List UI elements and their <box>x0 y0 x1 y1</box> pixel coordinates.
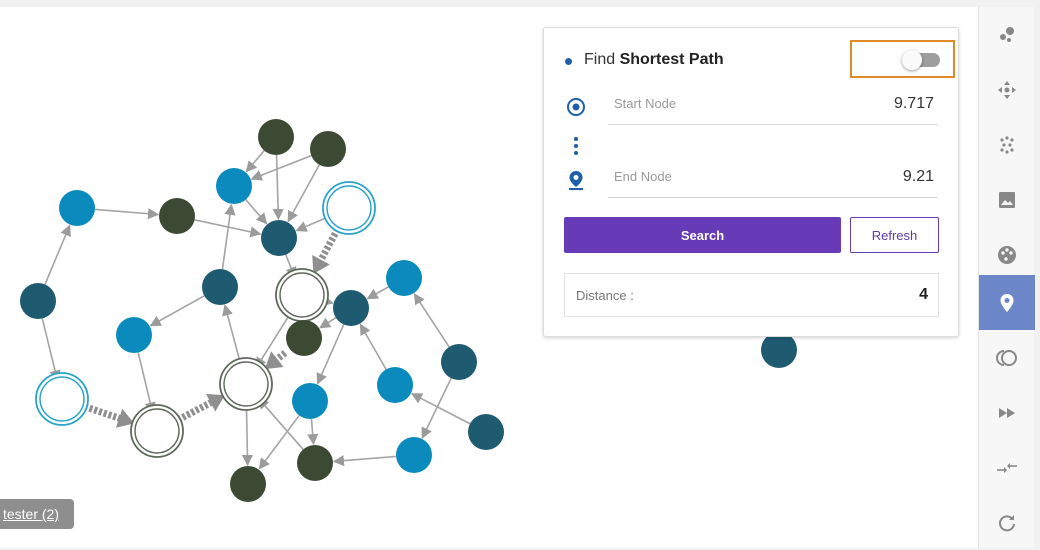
graph-edge <box>366 286 389 300</box>
graph-edge <box>258 414 300 470</box>
tester-badge[interactable]: tester (2) <box>0 499 74 529</box>
graph-node[interactable] <box>292 383 328 419</box>
graph-node[interactable] <box>286 320 322 356</box>
refresh-button-label: Refresh <box>871 227 918 243</box>
graph-edge <box>413 292 450 348</box>
start-node-field[interactable]: Start Node 9.717 <box>608 91 938 125</box>
graph-node[interactable] <box>441 344 477 380</box>
panel-title-prefix: Find <box>584 51 616 68</box>
graph-edge <box>272 154 284 221</box>
graph-edge <box>421 377 452 439</box>
graph-edge <box>137 352 156 414</box>
tester-badge-label: tester (2) <box>2 506 59 522</box>
move-icon <box>998 80 1016 99</box>
panel-title-bold: Shortest Path <box>619 51 724 68</box>
shortest-path-edge <box>83 403 135 428</box>
sidebar-item-palette[interactable] <box>979 227 1035 282</box>
graph-node[interactable] <box>322 181 376 235</box>
shortest-path-edge <box>176 393 225 423</box>
graph-edge <box>319 317 337 329</box>
graph-node[interactable] <box>761 332 797 368</box>
graph-node[interactable] <box>261 220 297 256</box>
graph-edge <box>245 199 268 225</box>
sidebar-item-dots[interactable] <box>979 117 1035 172</box>
graph-node[interactable] <box>130 404 184 458</box>
search-button-label: Search <box>680 227 725 243</box>
graph-edge <box>332 455 397 467</box>
graph-node[interactable] <box>386 260 422 296</box>
graph-edge <box>41 318 61 382</box>
graph-node[interactable] <box>35 372 89 426</box>
end-node-pin-icon <box>569 171 583 190</box>
tool-sidebar <box>978 7 1035 550</box>
search-button[interactable]: Search <box>564 217 841 253</box>
graph-node[interactable] <box>219 357 273 411</box>
toggle-rings-icon <box>996 349 1017 366</box>
graph-node[interactable] <box>59 190 95 226</box>
sidebar-item-fast-forward[interactable] <box>979 385 1035 440</box>
refresh-icon <box>999 514 1015 531</box>
graph-node[interactable] <box>396 437 432 473</box>
graph-edge <box>359 323 387 370</box>
graph-node[interactable] <box>216 168 252 204</box>
sidebar-item-move[interactable] <box>979 62 1035 117</box>
graph-node[interactable] <box>230 466 266 502</box>
palette-icon <box>998 245 1016 264</box>
sidebar-item-cluster[interactable] <box>979 7 1035 62</box>
graph-edges <box>41 150 471 470</box>
graph-edge <box>149 295 205 327</box>
distance-box: Distance : 4 <box>564 273 939 317</box>
graph-edge <box>241 401 254 467</box>
toggle-knob[interactable] <box>902 50 922 70</box>
graph-node[interactable] <box>258 119 294 155</box>
graph-node[interactable] <box>275 268 329 322</box>
title-bullet <box>565 58 572 65</box>
graph-edge <box>44 224 71 285</box>
sidebar-item-shortest-path[interactable] <box>979 275 1035 330</box>
distance-label: Distance : <box>576 288 634 303</box>
shortest-path-toggle[interactable] <box>902 50 940 70</box>
collapse-arrows-icon <box>997 462 1017 473</box>
refresh-button[interactable]: Refresh <box>850 217 939 253</box>
image-icon <box>999 191 1015 208</box>
toggle-highlight <box>850 40 955 78</box>
graph-node[interactable] <box>20 283 56 319</box>
graph-node[interactable] <box>159 198 195 234</box>
shortest-path-panel: Find Shortest Path Start Node 9.717 End … <box>543 27 959 337</box>
graph-edge <box>94 208 160 220</box>
cluster-icon <box>1000 26 1014 42</box>
end-node-field[interactable]: End Node 9.21 <box>608 164 938 198</box>
sidebar-item-refresh[interactable] <box>979 495 1035 550</box>
shortest-path-edge <box>264 350 288 370</box>
sidebar-item-rings[interactable] <box>979 330 1035 385</box>
panel-title: Find Shortest Path <box>584 51 724 69</box>
vertical-dots-icon <box>574 137 578 155</box>
start-node-label: Start Node <box>614 96 677 111</box>
dots-grid-icon <box>1000 135 1014 154</box>
location-pin-icon <box>1000 293 1014 312</box>
graph-edge <box>245 150 265 173</box>
end-node-label: End Node <box>614 169 672 184</box>
end-node-value[interactable]: 9.21 <box>903 168 934 186</box>
graph-node[interactable] <box>333 290 369 326</box>
graph-edge <box>222 304 243 367</box>
graph-node[interactable] <box>116 317 152 353</box>
start-node-value[interactable]: 9.717 <box>894 95 934 113</box>
graph-node[interactable] <box>202 269 238 305</box>
graph-edge <box>287 164 321 223</box>
sidebar-item-image[interactable] <box>979 172 1035 227</box>
graph-edge <box>250 154 312 181</box>
graph-node[interactable] <box>297 445 333 481</box>
distance-value: 4 <box>919 286 928 303</box>
fast-forward-icon <box>999 407 1015 418</box>
graph-node[interactable] <box>310 131 346 167</box>
graph-edge <box>221 203 236 270</box>
graph-node[interactable] <box>468 414 504 450</box>
start-node-icon <box>567 98 585 116</box>
graph-edge <box>307 418 319 446</box>
graph-edge <box>316 324 345 385</box>
graph-node[interactable] <box>377 367 413 403</box>
shortest-path-edge <box>312 227 341 274</box>
sidebar-item-collapse[interactable] <box>979 440 1035 495</box>
